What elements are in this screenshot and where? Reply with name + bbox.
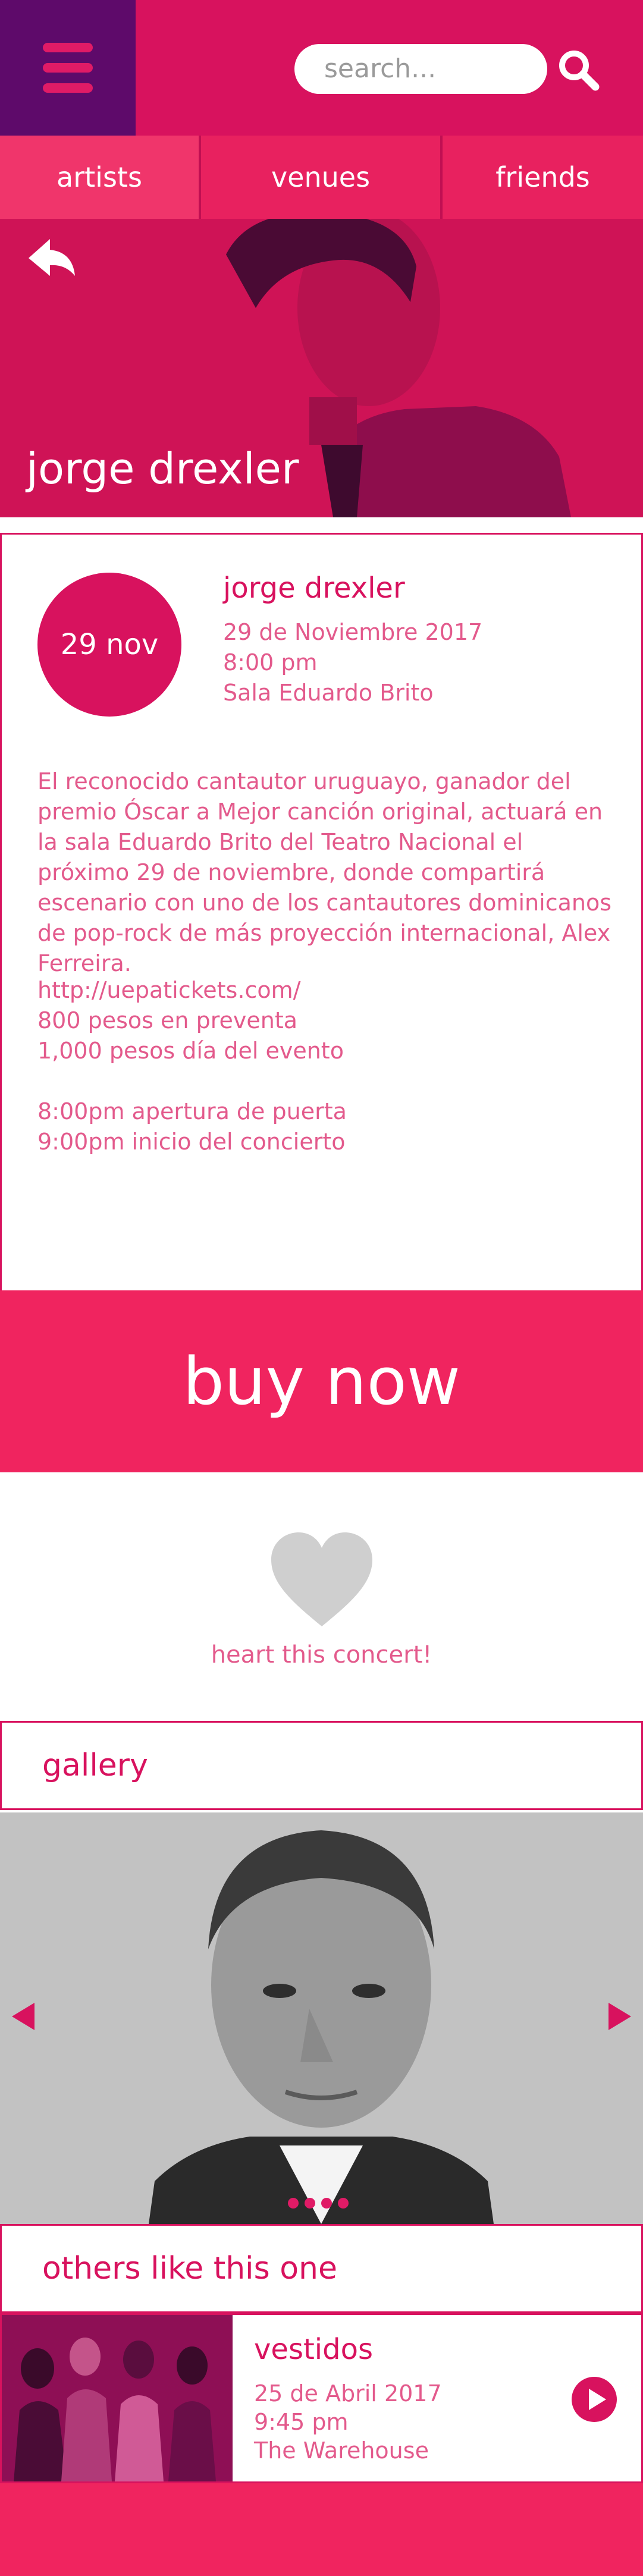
event-description: El reconocido cantautor uruguayo, ganado… — [37, 768, 612, 976]
gallery-image[interactable] — [0, 1812, 643, 2224]
gallery-dot[interactable] — [288, 2198, 299, 2209]
doors-open-time: 8:00pm apertura de puerta — [37, 1098, 347, 1124]
event-title: jorge drexler — [223, 571, 405, 605]
artist-name: jorge drexler — [26, 444, 299, 494]
menu-bar-3 — [43, 83, 93, 93]
gallery-prev-arrow-icon[interactable] — [11, 2002, 37, 2031]
concert-start-time: 9:00pm inicio del concierto — [37, 1129, 346, 1155]
tab-venues[interactable]: venues — [201, 136, 440, 219]
gallery-title: gallery — [42, 1748, 148, 1783]
event-card: 29 nov jorge drexler 29 de Noviembre 201… — [0, 533, 643, 1290]
heart-button[interactable] — [0, 1531, 643, 1632]
tab-artists[interactable]: artists — [0, 136, 199, 219]
menu-button[interactable] — [0, 0, 136, 136]
buy-now-button[interactable]: buy now — [0, 1290, 643, 1472]
related-event-time: 9:45 pm — [254, 2409, 349, 2435]
others-header: others like this one — [0, 2224, 643, 2313]
related-event-thumbnail — [2, 2315, 233, 2481]
tab-bar: artists venues friends — [0, 136, 643, 219]
menu-bar-2 — [43, 63, 93, 73]
related-event-title: vestidos — [254, 2333, 373, 2366]
event-date: 29 de Noviembre 2017 — [223, 619, 483, 645]
gallery-dot[interactable] — [338, 2198, 349, 2209]
ticket-link[interactable]: http://uepatickets.com/ — [37, 977, 300, 1003]
top-bar: search... — [0, 0, 643, 136]
artist-hero: jorge drexler — [0, 219, 643, 517]
door-price: 1,000 pesos día del evento — [37, 1038, 344, 1064]
related-event-venue: The Warehouse — [254, 2437, 429, 2464]
date-badge: 29 nov — [37, 573, 181, 717]
gallery-photo — [0, 1812, 643, 2224]
search-icon[interactable] — [556, 48, 601, 92]
others-title: others like this one — [42, 2251, 338, 2286]
band-photo — [2, 2315, 233, 2481]
event-time: 8:00 pm — [223, 649, 318, 676]
heart-icon[interactable] — [269, 1531, 375, 1629]
gallery-header: gallery — [0, 1721, 643, 1810]
search-input[interactable]: search... — [294, 44, 547, 94]
related-event[interactable]: vestidos 25 de Abril 2017 9:45 pm The Wa… — [0, 2313, 643, 2483]
gallery-next-arrow-icon[interactable] — [606, 2002, 632, 2031]
play-icon[interactable] — [572, 2377, 617, 2422]
tab-friends[interactable]: friends — [443, 136, 643, 219]
menu-bar-1 — [43, 43, 93, 52]
gallery-dot[interactable] — [321, 2198, 332, 2209]
presale-price: 800 pesos en preventa — [37, 1007, 297, 1033]
gallery-dot[interactable] — [305, 2198, 315, 2209]
footer-bar — [0, 2483, 643, 2576]
back-arrow-icon[interactable] — [26, 237, 77, 278]
related-event-date: 25 de Abril 2017 — [254, 2380, 442, 2407]
event-venue: Sala Eduardo Brito — [223, 680, 434, 706]
heart-label: heart this concert! — [211, 1641, 432, 1669]
